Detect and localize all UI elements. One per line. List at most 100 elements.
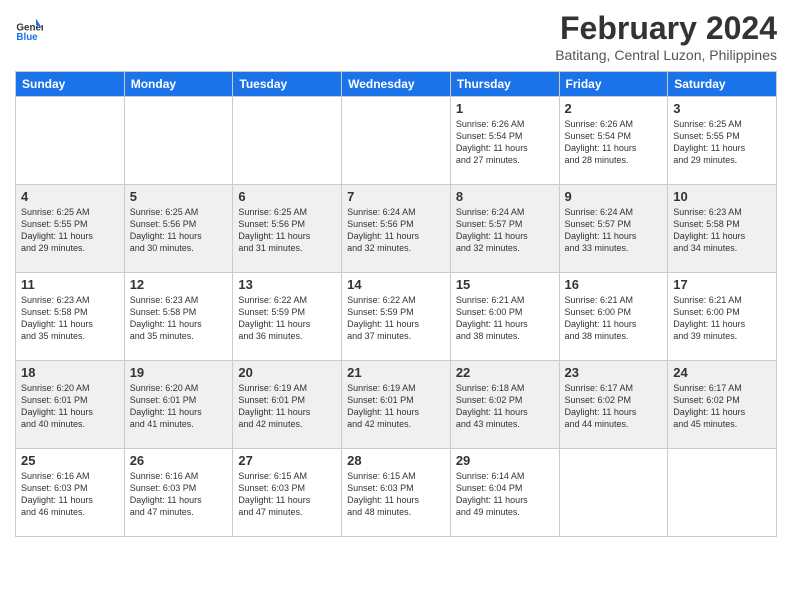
location-title: Batitang, Central Luzon, Philippines <box>555 47 777 63</box>
col-saturday: Saturday <box>668 72 777 97</box>
table-row: 7 Sunrise: 6:24 AM Sunset: 5:56 PM Daylig… <box>342 185 451 273</box>
cell-info: Sunrise: 6:23 AM Sunset: 5:58 PM Dayligh… <box>130 294 228 343</box>
table-row <box>342 97 451 185</box>
day-number: 3 <box>673 101 771 116</box>
day-number: 24 <box>673 365 771 380</box>
table-row: 16 Sunrise: 6:21 AM Sunset: 6:00 PM Dayli… <box>559 273 668 361</box>
table-row: 20 Sunrise: 6:19 AM Sunset: 6:01 PM Dayli… <box>233 361 342 449</box>
day-number: 16 <box>565 277 663 292</box>
cell-info: Sunrise: 6:16 AM Sunset: 6:03 PM Dayligh… <box>130 470 228 519</box>
day-number: 6 <box>238 189 336 204</box>
table-row: 28 Sunrise: 6:15 AM Sunset: 6:03 PM Dayli… <box>342 449 451 537</box>
calendar-week-row: 11 Sunrise: 6:23 AM Sunset: 5:58 PM Dayli… <box>16 273 777 361</box>
table-row: 2 Sunrise: 6:26 AM Sunset: 5:54 PM Daylig… <box>559 97 668 185</box>
cell-info: Sunrise: 6:22 AM Sunset: 5:59 PM Dayligh… <box>347 294 445 343</box>
day-number: 5 <box>130 189 228 204</box>
title-section: February 2024 Batitang, Central Luzon, P… <box>555 10 777 63</box>
table-row: 29Sunrise: 6:14 AM Sunset: 6:04 PM Dayli… <box>450 449 559 537</box>
cell-info: Sunrise: 6:24 AM Sunset: 5:56 PM Dayligh… <box>347 206 445 255</box>
day-number: 19 <box>130 365 228 380</box>
table-row <box>668 449 777 537</box>
col-friday: Friday <box>559 72 668 97</box>
cell-info: Sunrise: 6:25 AM Sunset: 5:55 PM Dayligh… <box>21 206 119 255</box>
table-row <box>233 97 342 185</box>
cell-info: Sunrise: 6:24 AM Sunset: 5:57 PM Dayligh… <box>456 206 554 255</box>
svg-text:Blue: Blue <box>16 32 38 43</box>
day-number: 28 <box>347 453 445 468</box>
table-row: 1Sunrise: 6:26 AM Sunset: 5:54 PM Daylig… <box>450 97 559 185</box>
day-number: 23 <box>565 365 663 380</box>
day-number: 15 <box>456 277 554 292</box>
col-monday: Monday <box>124 72 233 97</box>
page-header: General Blue February 2024 Batitang, Cen… <box>15 10 777 63</box>
table-row: 3 Sunrise: 6:25 AM Sunset: 5:55 PM Daylig… <box>668 97 777 185</box>
day-number: 18 <box>21 365 119 380</box>
cell-info: Sunrise: 6:20 AM Sunset: 6:01 PM Dayligh… <box>130 382 228 431</box>
cell-info: Sunrise: 6:19 AM Sunset: 6:01 PM Dayligh… <box>238 382 336 431</box>
cell-info: Sunrise: 6:21 AM Sunset: 6:00 PM Dayligh… <box>673 294 771 343</box>
cell-info: Sunrise: 6:22 AM Sunset: 5:59 PM Dayligh… <box>238 294 336 343</box>
calendar-week-row: 4Sunrise: 6:25 AM Sunset: 5:55 PM Daylig… <box>16 185 777 273</box>
day-number: 17 <box>673 277 771 292</box>
day-number: 22 <box>456 365 554 380</box>
table-row <box>559 449 668 537</box>
calendar-week-row: 18 Sunrise: 6:20 AM Sunset: 6:01 PM Dayli… <box>16 361 777 449</box>
cell-info: Sunrise: 6:25 AM Sunset: 5:56 PM Dayligh… <box>130 206 228 255</box>
day-number: 12 <box>130 277 228 292</box>
table-row: 19 Sunrise: 6:20 AM Sunset: 6:01 PM Dayli… <box>124 361 233 449</box>
table-row: 25 Sunrise: 6:16 AM Sunset: 6:03 PM Dayli… <box>16 449 125 537</box>
cell-info: Sunrise: 6:18 AM Sunset: 6:02 PM Dayligh… <box>456 382 554 431</box>
cell-info: Sunrise: 6:25 AM Sunset: 5:55 PM Dayligh… <box>673 118 771 167</box>
col-sunday: Sunday <box>16 72 125 97</box>
day-number: 7 <box>347 189 445 204</box>
table-row <box>124 97 233 185</box>
cell-info: Sunrise: 6:17 AM Sunset: 6:02 PM Dayligh… <box>673 382 771 431</box>
table-row: 26 Sunrise: 6:16 AM Sunset: 6:03 PM Dayli… <box>124 449 233 537</box>
day-number: 27 <box>238 453 336 468</box>
table-row: 22 Sunrise: 6:18 AM Sunset: 6:02 PM Dayli… <box>450 361 559 449</box>
cell-info: Sunrise: 6:21 AM Sunset: 6:00 PM Dayligh… <box>565 294 663 343</box>
table-row: 17 Sunrise: 6:21 AM Sunset: 6:00 PM Dayli… <box>668 273 777 361</box>
cell-info: Sunrise: 6:15 AM Sunset: 6:03 PM Dayligh… <box>347 470 445 519</box>
day-number: 10 <box>673 189 771 204</box>
month-title: February 2024 <box>555 10 777 47</box>
table-row: 27 Sunrise: 6:15 AM Sunset: 6:03 PM Dayli… <box>233 449 342 537</box>
cell-info: Sunrise: 6:19 AM Sunset: 6:01 PM Dayligh… <box>347 382 445 431</box>
table-row <box>16 97 125 185</box>
day-number: 2 <box>565 101 663 116</box>
day-number: 25 <box>21 453 119 468</box>
col-wednesday: Wednesday <box>342 72 451 97</box>
day-number: 1 <box>456 101 554 116</box>
calendar-header-row: Sunday Monday Tuesday Wednesday Thursday… <box>16 72 777 97</box>
cell-info: Sunrise: 6:26 AM Sunset: 5:54 PM Dayligh… <box>565 118 663 167</box>
cell-info: Sunrise: 6:23 AM Sunset: 5:58 PM Dayligh… <box>673 206 771 255</box>
cell-info: Sunrise: 6:24 AM Sunset: 5:57 PM Dayligh… <box>565 206 663 255</box>
day-number: 26 <box>130 453 228 468</box>
cell-info: Sunrise: 6:20 AM Sunset: 6:01 PM Dayligh… <box>21 382 119 431</box>
cell-info: Sunrise: 6:21 AM Sunset: 6:00 PM Dayligh… <box>456 294 554 343</box>
table-row: 23Sunrise: 6:17 AM Sunset: 6:02 PM Dayli… <box>559 361 668 449</box>
day-number: 20 <box>238 365 336 380</box>
day-number: 14 <box>347 277 445 292</box>
logo: General Blue <box>15 15 46 43</box>
table-row: 4Sunrise: 6:25 AM Sunset: 5:55 PM Daylig… <box>16 185 125 273</box>
logo-icon: General Blue <box>15 15 43 43</box>
table-row: 11 Sunrise: 6:23 AM Sunset: 5:58 PM Dayli… <box>16 273 125 361</box>
table-row: 24 Sunrise: 6:17 AM Sunset: 6:02 PM Dayli… <box>668 361 777 449</box>
cell-info: Sunrise: 6:25 AM Sunset: 5:56 PM Dayligh… <box>238 206 336 255</box>
cell-info: Sunrise: 6:23 AM Sunset: 5:58 PM Dayligh… <box>21 294 119 343</box>
table-row: 6 Sunrise: 6:25 AM Sunset: 5:56 PM Daylig… <box>233 185 342 273</box>
calendar-week-row: 1 Sunrise: 6:26 AM Sunset: 5:54 PM Daylig… <box>16 97 777 185</box>
table-row: 9Sunrise: 6:24 AM Sunset: 5:57 PM Daylig… <box>559 185 668 273</box>
calendar-table: Sunday Monday Tuesday Wednesday Thursday… <box>15 71 777 537</box>
cell-info: Sunrise: 6:15 AM Sunset: 6:03 PM Dayligh… <box>238 470 336 519</box>
day-number: 11 <box>21 277 119 292</box>
cell-info: Sunrise: 6:14 AM Sunset: 6:04 PM Dayligh… <box>456 470 554 519</box>
table-row: 13Sunrise: 6:22 AM Sunset: 5:59 PM Dayli… <box>233 273 342 361</box>
col-tuesday: Tuesday <box>233 72 342 97</box>
day-number: 8 <box>456 189 554 204</box>
table-row: 12 Sunrise: 6:23 AM Sunset: 5:58 PM Dayli… <box>124 273 233 361</box>
cell-info: Sunrise: 6:16 AM Sunset: 6:03 PM Dayligh… <box>21 470 119 519</box>
table-row: 8 Sunrise: 6:24 AM Sunset: 5:57 PM Daylig… <box>450 185 559 273</box>
table-row: 14 Sunrise: 6:22 AM Sunset: 5:59 PM Dayli… <box>342 273 451 361</box>
